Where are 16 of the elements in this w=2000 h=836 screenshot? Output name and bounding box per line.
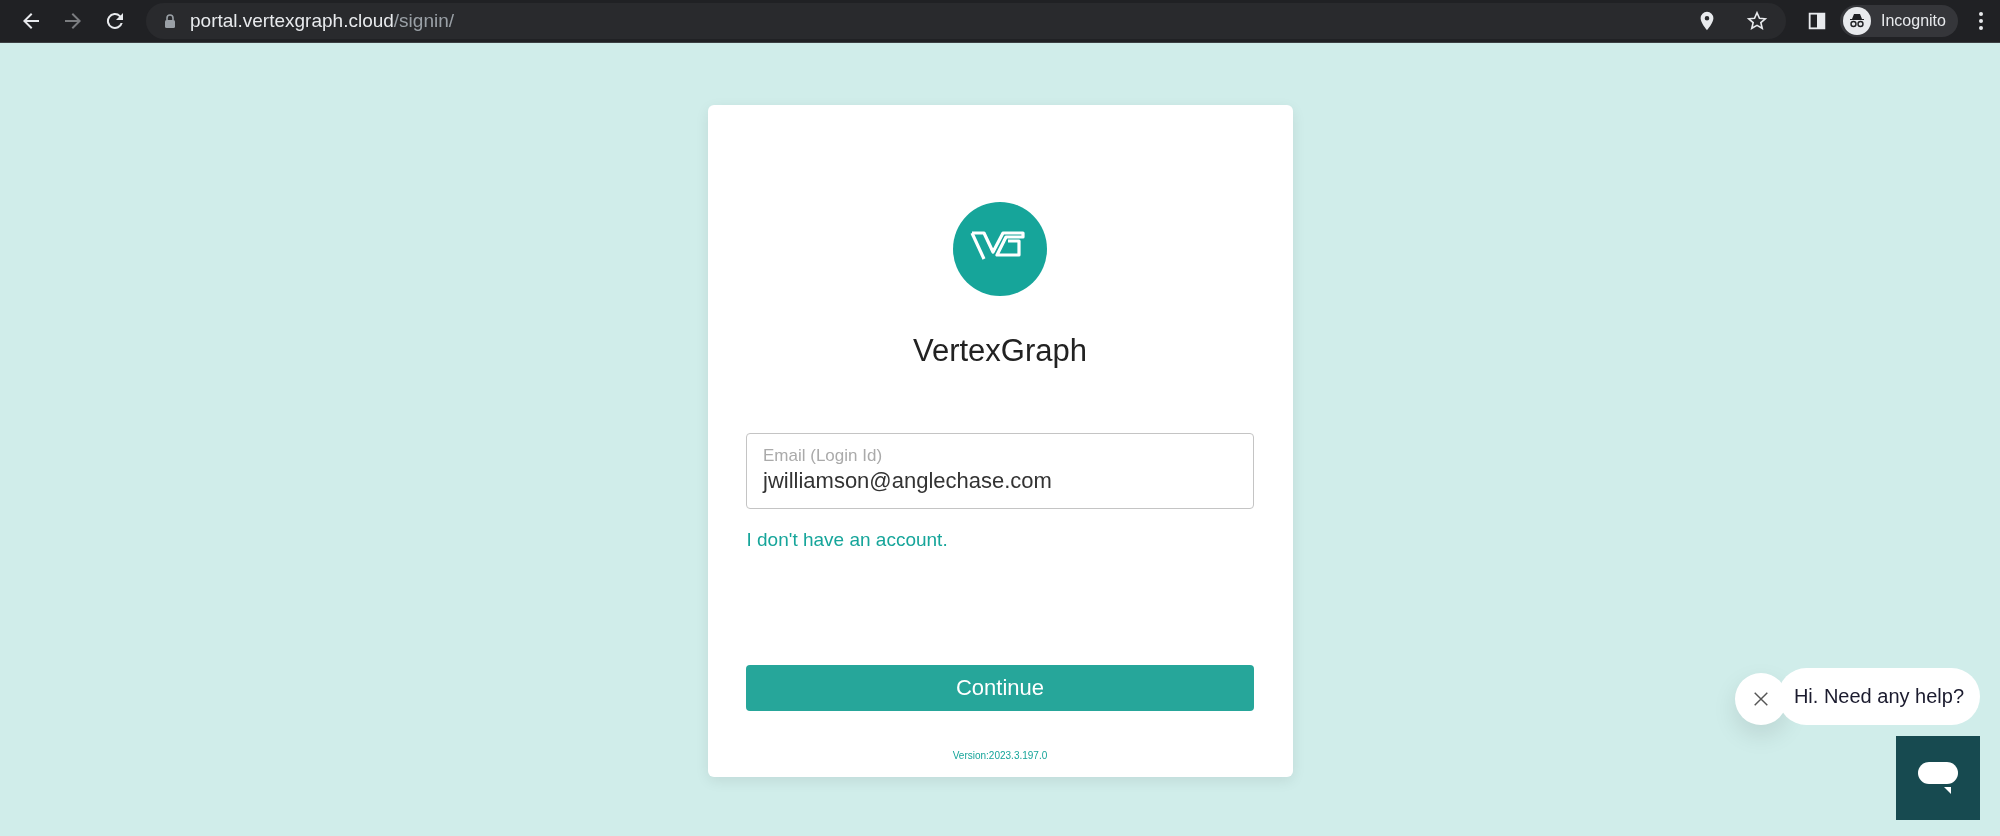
email-value: jwilliamson@anglechase.com bbox=[763, 468, 1053, 494]
close-icon bbox=[1752, 690, 1770, 708]
incognito-icon bbox=[1843, 7, 1871, 35]
side-panel-icon[interactable] bbox=[1806, 10, 1828, 32]
menu-icon[interactable] bbox=[1977, 11, 1984, 31]
logo-icon bbox=[952, 201, 1048, 297]
address-bar[interactable]: portal.vertexgraph.cloud/signin/ bbox=[146, 3, 1786, 39]
chat-icon bbox=[1916, 760, 1960, 796]
incognito-profile-button[interactable]: Incognito bbox=[1840, 5, 1958, 37]
star-icon[interactable] bbox=[1746, 10, 1768, 32]
url-text: portal.vertexgraph.cloud/signin/ bbox=[190, 10, 455, 32]
lock-icon bbox=[164, 14, 176, 28]
version-text: Version:2023.3.197.0 bbox=[952, 750, 1048, 761]
email-field[interactable]: Email (Login Id) jwilliamson@anglechase.com bbox=[746, 433, 1254, 509]
chat-button[interactable] bbox=[1896, 736, 1980, 820]
app-name: VertexGraph bbox=[912, 333, 1087, 369]
